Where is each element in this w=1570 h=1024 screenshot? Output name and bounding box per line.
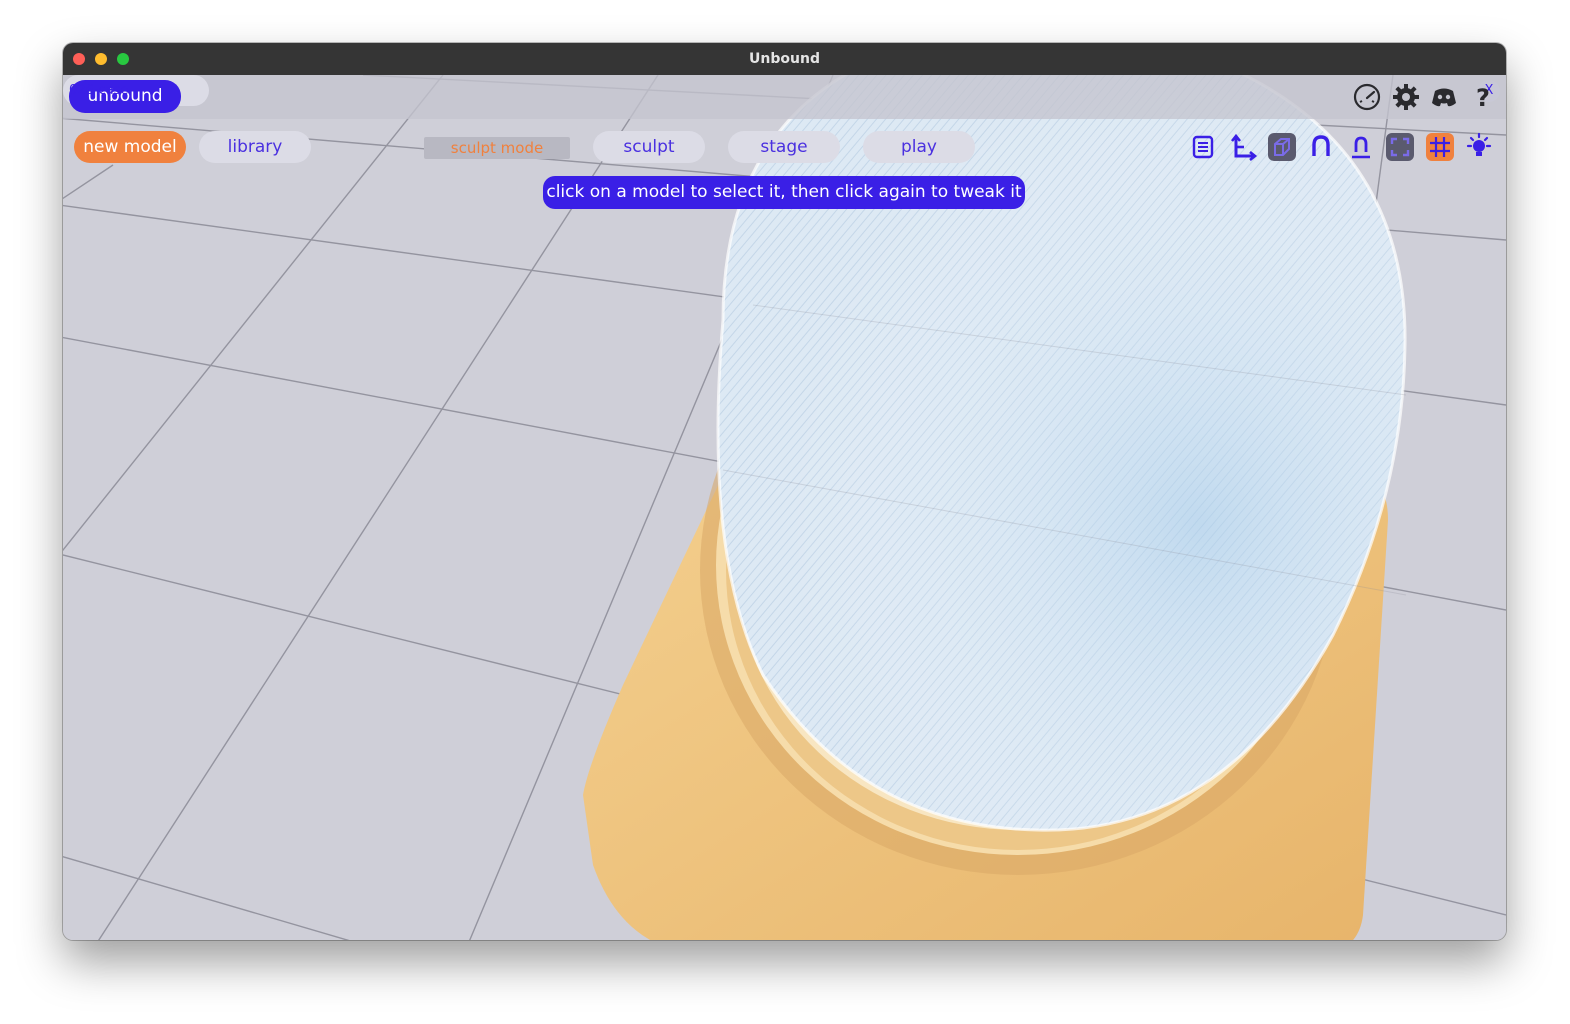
current-mode-indicator: sculpt mode <box>424 137 570 159</box>
minimize-window-button[interactable] <box>95 53 107 65</box>
file-tab-label: 026-case <box>69 83 129 98</box>
help-icon[interactable]: ? <box>1468 82 1498 112</box>
magnet-icon[interactable] <box>1306 132 1336 162</box>
app-window: Unbound unbound 026-case X ? new model l… <box>63 43 1506 940</box>
tab-bar: unbound 026-case X ? <box>63 75 1506 119</box>
sculpt-button[interactable]: sculpt <box>593 131 705 163</box>
svg-text:?: ? <box>1476 84 1490 112</box>
stage-button[interactable]: stage <box>728 131 840 163</box>
title-bar: Unbound <box>63 43 1506 75</box>
discord-icon[interactable] <box>1429 82 1459 112</box>
new-model-button[interactable]: new model <box>74 131 186 163</box>
play-button[interactable]: play <box>863 131 975 163</box>
close-window-button[interactable] <box>73 53 85 65</box>
snap-magnet-icon[interactable] <box>1346 132 1376 162</box>
library-button[interactable]: library <box>199 131 311 163</box>
axes-icon[interactable] <box>1228 132 1258 162</box>
gear-icon[interactable] <box>1391 82 1421 112</box>
grid-icon[interactable] <box>1425 132 1455 162</box>
gauge-icon[interactable] <box>1352 82 1382 112</box>
window-title: Unbound <box>749 51 820 67</box>
list-icon[interactable] <box>1188 132 1218 162</box>
hint-banner: click on a model to select it, then clic… <box>543 176 1025 209</box>
frame-icon[interactable] <box>1385 132 1415 162</box>
cube-view-icon[interactable] <box>1267 132 1297 162</box>
light-icon[interactable] <box>1464 132 1494 162</box>
zoom-window-button[interactable] <box>117 53 129 65</box>
